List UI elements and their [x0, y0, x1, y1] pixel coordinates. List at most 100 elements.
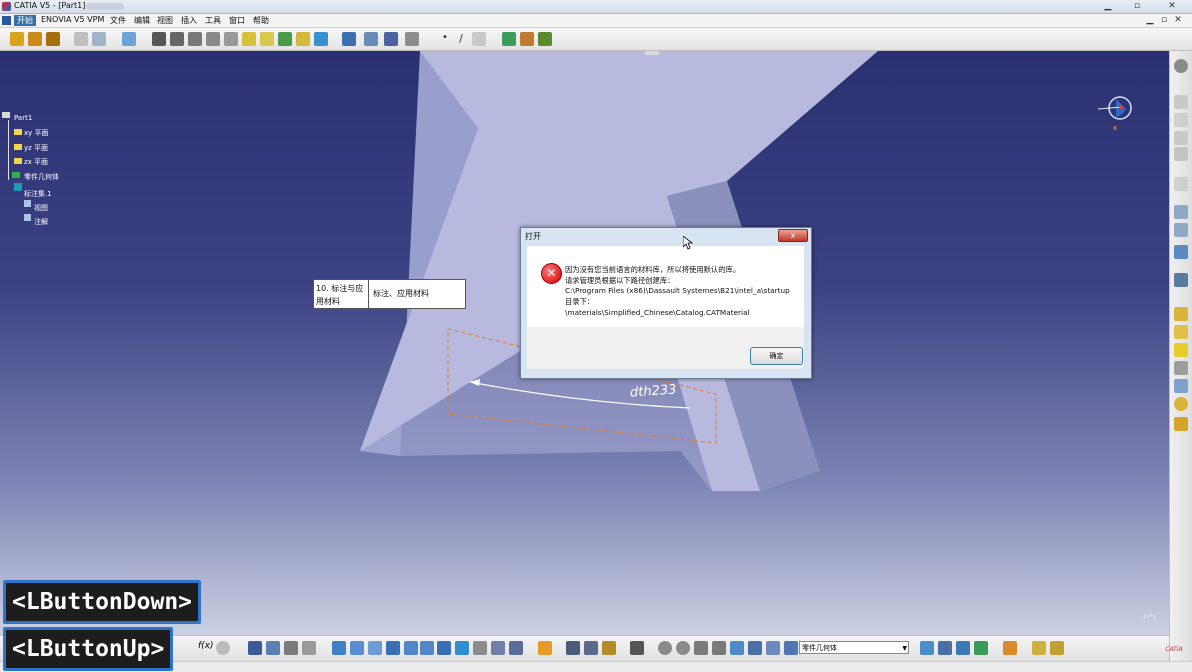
render-icon[interactable] [956, 641, 970, 655]
minimize-icon[interactable]: ▁ [1098, 0, 1118, 12]
menu-help[interactable]: 帮助 [253, 15, 269, 26]
doc-restore-icon[interactable]: ▫ [1158, 14, 1170, 26]
zoom-in-icon[interactable] [404, 641, 418, 655]
tree-item-notes[interactable]: 注解 [34, 217, 48, 227]
shape-icon[interactable] [1174, 325, 1188, 339]
menu-window[interactable]: 窗口 [229, 15, 245, 26]
zoom-out-icon[interactable] [420, 641, 434, 655]
apply-material-icon[interactable] [520, 32, 534, 46]
chamfer-icon[interactable] [260, 32, 274, 46]
scale-icon[interactable] [405, 32, 419, 46]
camera-icon[interactable] [630, 641, 644, 655]
open-icon[interactable] [28, 32, 42, 46]
restore-icon[interactable]: ▫ [1127, 0, 1147, 12]
annotation-icon[interactable] [1174, 223, 1188, 237]
annotation-icon[interactable] [1174, 205, 1188, 219]
catalog-icon[interactable] [284, 641, 298, 655]
menu-start[interactable]: 开始 [14, 15, 36, 26]
menu-enovia[interactable]: ENOVIA V5 VPM [41, 15, 104, 24]
shape-icon[interactable] [1174, 361, 1188, 375]
menu-edit[interactable]: 编辑 [134, 15, 150, 26]
analysis-icon[interactable] [502, 32, 516, 46]
body-icon[interactable] [784, 641, 798, 655]
draft-icon[interactable] [296, 32, 310, 46]
render-icon[interactable] [974, 641, 988, 655]
shape-icon[interactable] [1174, 343, 1188, 357]
shape-icon[interactable] [1174, 307, 1188, 321]
text-icon[interactable] [1174, 245, 1188, 259]
library-icon[interactable] [1050, 641, 1064, 655]
close-icon[interactable]: ✕ [1162, 0, 1182, 12]
groove-icon[interactable] [224, 32, 238, 46]
inertia-icon[interactable] [602, 641, 616, 655]
pad-icon[interactable] [170, 32, 184, 46]
swap-icon[interactable] [509, 641, 523, 655]
save-icon[interactable] [46, 32, 60, 46]
work-object-icon[interactable] [766, 641, 780, 655]
new-icon[interactable] [10, 32, 24, 46]
tree-item-yz[interactable]: yz 平面 [24, 143, 48, 153]
measure-between-icon[interactable] [566, 641, 580, 655]
hide-show-icon[interactable] [491, 641, 505, 655]
formula-icon[interactable]: f(x) [198, 641, 214, 655]
copy-icon[interactable] [92, 32, 106, 46]
line-icon[interactable]: / [454, 32, 468, 46]
coordinates-icon[interactable] [712, 641, 726, 655]
constraint-icon[interactable] [266, 641, 280, 655]
rotate-icon[interactable] [386, 641, 400, 655]
mirror-icon[interactable] [364, 32, 378, 46]
move-icon[interactable] [368, 641, 382, 655]
shading-icon[interactable] [473, 641, 487, 655]
update-icon[interactable] [658, 641, 672, 655]
body-selector[interactable]: 零件几何体 ▼ [799, 641, 909, 654]
ok-button[interactable]: 确定 [750, 347, 803, 365]
comment-icon[interactable] [216, 641, 230, 655]
view-icon[interactable] [1174, 131, 1188, 145]
tree-item-views[interactable]: 视图 [34, 203, 48, 213]
layers-icon[interactable] [122, 32, 136, 46]
axis-system-icon[interactable] [694, 641, 708, 655]
gear-icon[interactable] [1174, 59, 1188, 73]
shape-icon[interactable] [1174, 417, 1188, 431]
shell-icon[interactable] [278, 32, 292, 46]
thickness-icon[interactable] [314, 32, 328, 46]
menu-tools[interactable]: 工具 [205, 15, 221, 26]
fillet-icon[interactable] [242, 32, 256, 46]
refresh-icon[interactable] [676, 641, 690, 655]
menu-file[interactable]: 文件 [110, 15, 126, 26]
measure-icon[interactable] [538, 32, 552, 46]
render-icon[interactable] [938, 641, 952, 655]
list-icon[interactable] [302, 641, 316, 655]
tree-item-annotation-set[interactable]: 标注集.1 [24, 189, 52, 199]
transform-icon[interactable] [342, 32, 356, 46]
catalog-browser-icon[interactable] [1032, 641, 1046, 655]
doc-close-icon[interactable]: ✕ [1172, 14, 1184, 26]
render-icon[interactable] [920, 641, 934, 655]
chevron-down-icon[interactable]: ▼ [902, 642, 907, 655]
shaft-icon[interactable] [206, 32, 220, 46]
view-icon[interactable] [1174, 113, 1188, 127]
fit-all-icon[interactable] [332, 641, 346, 655]
tree-item-xy[interactable]: xy 平面 [24, 128, 49, 138]
iso-view-icon[interactable] [455, 641, 469, 655]
pattern-icon[interactable] [384, 32, 398, 46]
part-icon[interactable] [2, 112, 10, 118]
select-icon[interactable] [1174, 177, 1188, 191]
shape-icon[interactable] [1174, 379, 1188, 393]
plane-icon[interactable] [472, 32, 486, 46]
tree-item-zx[interactable]: zx 平面 [24, 157, 48, 167]
view-icon[interactable] [1174, 95, 1188, 109]
sketch-icon[interactable] [152, 32, 166, 46]
menu-insert[interactable]: 插入 [181, 15, 197, 26]
menu-view[interactable]: 视图 [157, 15, 173, 26]
apply-icon[interactable] [1003, 641, 1017, 655]
dialog-close-button[interactable]: x [778, 229, 808, 242]
pan-icon[interactable] [350, 641, 364, 655]
doc-minimize-icon[interactable]: ▁ [1144, 14, 1156, 26]
compass[interactable]: x [1088, 93, 1138, 133]
boolean-icon[interactable] [748, 641, 762, 655]
measure-item-icon[interactable] [584, 641, 598, 655]
edit-icon[interactable] [1174, 273, 1188, 287]
point-icon[interactable]: • [438, 32, 452, 46]
tree-item-body[interactable]: 零件几何体 [24, 172, 59, 182]
